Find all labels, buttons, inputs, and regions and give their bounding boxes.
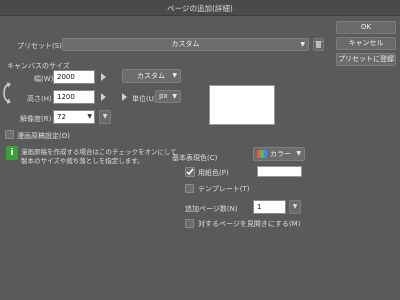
unit-dropdown[interactable]: px ▼: [155, 90, 181, 103]
window-title: ページの追加(詳細): [167, 4, 233, 13]
add-pages-dropdown-button[interactable]: ▼: [289, 200, 301, 214]
add-pages-field[interactable]: [253, 200, 286, 214]
size-preset-value: カスタム: [137, 72, 165, 80]
basic-color-value: カラー: [270, 150, 291, 158]
trash-icon[interactable]: [313, 38, 324, 51]
resolution-value: 72: [57, 113, 66, 121]
paper-color-label: 用紙色(P): [198, 169, 229, 177]
preset-value: カスタム: [171, 40, 200, 48]
manga-settings-checkbox[interactable]: [5, 130, 14, 139]
register-preset-button[interactable]: プリセットに登録: [336, 53, 396, 66]
title-bar: ページの追加(詳細): [0, 0, 400, 16]
width-arrow-icon[interactable]: [101, 73, 106, 81]
paper-color-checkbox[interactable]: [185, 167, 195, 177]
preset-label: プリセット(S): [17, 42, 62, 50]
canvas-preview: [209, 85, 275, 125]
unit-arrow-icon: [122, 93, 127, 101]
add-pages-label: 追加ページ数(N): [185, 205, 238, 213]
size-preset-dropdown[interactable]: カスタム ▼: [122, 69, 181, 83]
resolution-field[interactable]: 72 ▼: [53, 110, 95, 124]
manga-settings-label: 漫画原稿設定(O): [17, 132, 70, 140]
link-aspect-icon[interactable]: [2, 82, 13, 104]
preset-dropdown[interactable]: カスタム ▼: [62, 38, 309, 51]
facing-pages-label: 対するページを見開きにする(M): [198, 220, 301, 228]
basic-color-label: 基本表現色(C): [172, 154, 218, 162]
chevron-down-icon: ▼: [296, 150, 301, 157]
template-label: テンプレート(T): [198, 185, 250, 193]
facing-pages-checkbox[interactable]: [185, 219, 194, 228]
info-text-line2: 製本のサイズや裁ち落としを指定します。: [21, 157, 144, 165]
chevron-down-icon: ▼: [300, 41, 305, 48]
chevron-down-icon: ▼: [172, 72, 177, 79]
height-arrow-icon[interactable]: [101, 93, 106, 101]
info-icon: i: [6, 146, 18, 160]
height-field[interactable]: [53, 90, 95, 104]
basic-color-dropdown[interactable]: カラー ▼: [253, 147, 305, 161]
color-swatch-icon: [257, 150, 267, 158]
width-label: 幅(W): [34, 75, 54, 83]
chevron-down-icon: ▼: [87, 113, 92, 120]
template-checkbox[interactable]: [185, 184, 194, 193]
chevron-down-icon: ▼: [172, 93, 177, 100]
width-field[interactable]: [53, 70, 95, 84]
paper-color-swatch[interactable]: [257, 166, 302, 177]
cancel-button[interactable]: キャンセル: [336, 37, 396, 50]
resolution-label: 解像度(R): [20, 115, 52, 123]
unit-label: 単位(U): [132, 95, 157, 103]
height-label: 高さ(H): [27, 95, 52, 103]
resolution-dropdown-button[interactable]: ▼: [99, 110, 111, 124]
unit-value: px: [159, 92, 168, 100]
ok-button[interactable]: OK: [336, 21, 396, 34]
